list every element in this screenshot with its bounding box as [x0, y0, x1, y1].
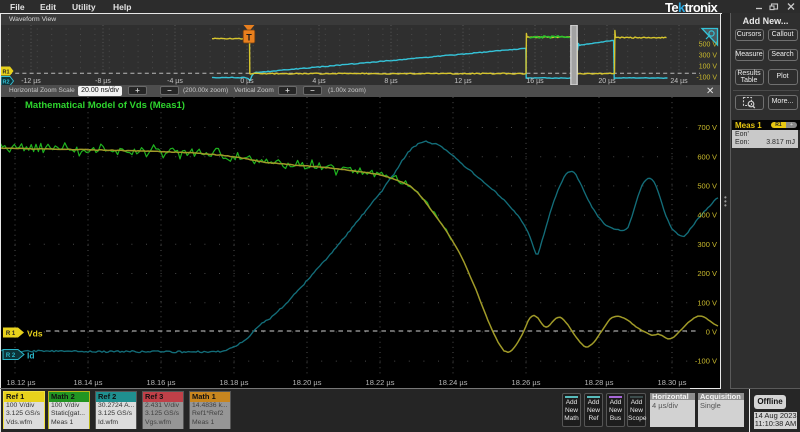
svg-text:100 V: 100 V — [697, 298, 717, 307]
svg-text:R1: R1 — [2, 70, 9, 76]
svg-text:18.26 µs: 18.26 µs — [512, 378, 541, 387]
svg-text:200 V: 200 V — [697, 269, 717, 278]
svg-text:-100 V: -100 V — [696, 75, 717, 82]
svg-text:700 V: 700 V — [697, 123, 717, 132]
svg-text:Vds: Vds — [27, 329, 43, 339]
svg-text:Id: Id — [27, 351, 35, 361]
svg-text:500 V: 500 V — [699, 42, 718, 49]
svg-text:18.28 µs: 18.28 µs — [585, 378, 614, 387]
svg-text:R 1: R 1 — [6, 331, 16, 337]
svg-text:R 2: R 2 — [6, 353, 16, 359]
svg-text:18.18 µs: 18.18 µs — [220, 378, 249, 387]
svg-text:500 V: 500 V — [697, 182, 717, 191]
svg-text:300 V: 300 V — [699, 53, 718, 60]
svg-text:18.12 µs: 18.12 µs — [7, 378, 36, 387]
svg-text:400 V: 400 V — [697, 211, 717, 220]
svg-text:18.24 µs: 18.24 µs — [439, 378, 468, 387]
svg-text:0 V: 0 V — [706, 328, 717, 337]
svg-text:18.30 µs: 18.30 µs — [658, 378, 687, 387]
svg-text:300 V: 300 V — [697, 240, 717, 249]
svg-text:18.22 µs: 18.22 µs — [366, 378, 395, 387]
svg-text:18.16 µs: 18.16 µs — [147, 378, 176, 387]
svg-text:18.14 µs: 18.14 µs — [74, 378, 103, 387]
svg-text:100 V: 100 V — [699, 64, 718, 71]
svg-text:T: T — [246, 33, 252, 43]
svg-text:-100 V: -100 V — [695, 357, 717, 366]
svg-text:Mathematical Model of Vds (Mea: Mathematical Model of Vds (Meas1) — [25, 100, 185, 111]
svg-text:18.20 µs: 18.20 µs — [293, 378, 322, 387]
svg-text:600 V: 600 V — [697, 152, 717, 161]
